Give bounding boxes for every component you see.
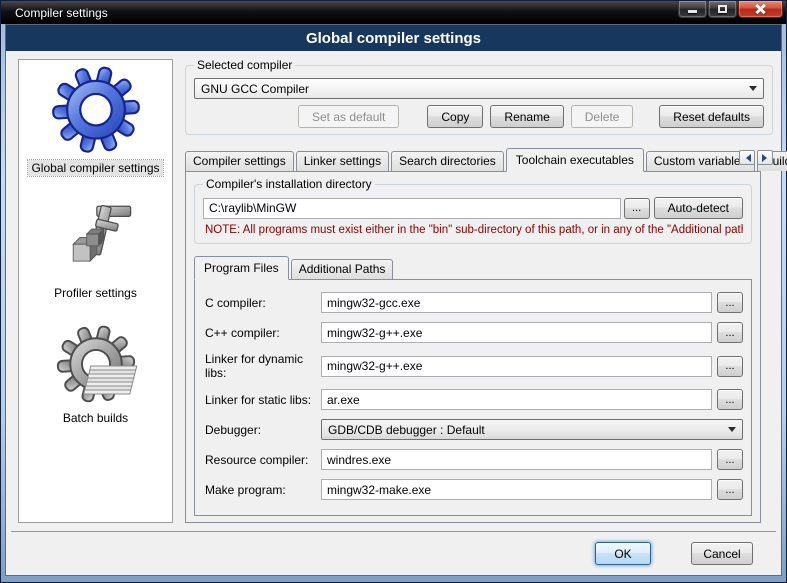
cancel-button[interactable]: Cancel [691, 542, 753, 565]
field-label: C++ compiler: [205, 326, 321, 340]
chevron-down-icon [728, 427, 736, 436]
sidebar-item-label: Batch builds [60, 410, 131, 426]
program-files-panel: C compiler: ... C++ compiler: ... Linker… [194, 279, 752, 516]
field-label: Debugger: [205, 423, 321, 437]
field-row-dynamic-linker: Linker for dynamic libs: ... [205, 352, 743, 380]
subtab-additional-paths[interactable]: Additional Paths [291, 259, 394, 279]
field-label: Linker for dynamic libs: [205, 352, 321, 380]
rename-button[interactable]: Rename [490, 105, 563, 128]
selected-compiler-dropdown[interactable]: GNU GCC Compiler [194, 78, 764, 99]
tab-search-directories[interactable]: Search directories [391, 151, 504, 171]
c-compiler-input[interactable] [321, 292, 712, 313]
dialog-window: Global compiler settings Global compiler… [5, 24, 782, 576]
dialog-header: Global compiler settings [6, 25, 781, 51]
installation-directory-browse-button[interactable]: ... [624, 198, 650, 219]
titlebar[interactable]: Compiler settings [1, 1, 786, 24]
delete-button[interactable]: Delete [571, 105, 634, 128]
field-row-make-program: Make program: ... [205, 479, 743, 500]
installation-directory-note: NOTE: All programs must exist either in … [205, 224, 743, 236]
blue-gear-icon [50, 66, 142, 158]
copy-button[interactable]: Copy [427, 105, 483, 128]
installation-directory-group-label: Compiler's installation directory [203, 177, 375, 191]
make-program-browse-button[interactable]: ... [717, 479, 743, 500]
auto-detect-button[interactable]: Auto-detect [654, 197, 743, 219]
close-button[interactable] [738, 1, 783, 18]
dialog-header-title: Global compiler settings [306, 30, 481, 47]
sidebar-item-profiler-settings[interactable]: Profiler settings [19, 202, 172, 301]
dynamic-linker-input[interactable] [321, 356, 712, 377]
gray-gear-icon [55, 325, 137, 408]
compiler-buttons-row: Set as default Copy Rename Delete Reset … [194, 105, 764, 128]
sidebar-item-label: Profiler settings [51, 285, 140, 301]
debugger-value: GDB/CDB debugger : Default [328, 423, 485, 437]
window-title: Compiler settings [15, 6, 108, 20]
toolchain-executables-panel: Compiler's installation directory ... Au… [185, 171, 761, 523]
debugger-dropdown[interactable]: GDB/CDB debugger : Default [321, 419, 743, 440]
field-label: Linker for static libs: [205, 393, 321, 407]
tab-scroll-right-button[interactable] [757, 150, 773, 165]
minimize-icon [688, 10, 697, 13]
resource-compiler-input[interactable] [321, 449, 712, 470]
caption-buttons [678, 1, 783, 18]
tab-toolchain-executables[interactable]: Toolchain executables [506, 148, 644, 172]
window-frame: Compiler settings Global compiler settin… [0, 0, 787, 583]
field-row-resource-compiler: Resource compiler: ... [205, 449, 743, 470]
field-row-static-linker: Linker for static libs: ... [205, 389, 743, 410]
chevron-down-icon [749, 86, 757, 95]
c-compiler-browse-button[interactable]: ... [717, 292, 743, 313]
tab-scroll-left-button[interactable] [739, 150, 755, 165]
dynamic-linker-browse-button[interactable]: ... [717, 356, 743, 377]
caliper-icon [56, 202, 136, 283]
subtab-program-files[interactable]: Program Files [194, 256, 289, 280]
selected-compiler-group-label: Selected compiler [194, 58, 295, 72]
sidebar-item-global-compiler-settings[interactable]: Global compiler settings [19, 66, 172, 176]
sidebar: Global compiler settings [18, 59, 173, 523]
static-linker-input[interactable] [321, 389, 712, 410]
minimize-button[interactable] [678, 1, 707, 18]
field-row-c-compiler: C compiler: ... [205, 292, 743, 313]
field-row-cpp-compiler: C++ compiler: ... [205, 322, 743, 343]
field-label: Resource compiler: [205, 453, 321, 467]
ok-button[interactable]: OK [595, 542, 651, 565]
selected-compiler-group: Selected compiler GNU GCC Compiler Set a… [185, 65, 773, 135]
footer: OK Cancel [6, 532, 781, 575]
resource-compiler-browse-button[interactable]: ... [717, 449, 743, 470]
field-row-debugger: Debugger: GDB/CDB debugger : Default [205, 419, 743, 440]
installation-directory-row: ... Auto-detect [203, 197, 743, 219]
tab-linker-settings[interactable]: Linker settings [296, 151, 389, 171]
reset-defaults-button[interactable]: Reset defaults [659, 105, 764, 128]
tab-scroll-right-icon [762, 154, 771, 162]
maximize-icon [718, 5, 727, 13]
sidebar-item-batch-builds[interactable]: Batch builds [19, 325, 172, 426]
subtab-strip: Program Files Additional Paths [194, 256, 760, 279]
dialog-content: Global compiler settings [6, 51, 781, 531]
selected-compiler-value: GNU GCC Compiler [201, 82, 309, 96]
installation-directory-input[interactable] [203, 198, 621, 219]
close-icon [755, 4, 766, 14]
cpp-compiler-input[interactable] [321, 322, 712, 343]
sidebar-item-label: Global compiler settings [28, 160, 162, 176]
static-linker-browse-button[interactable]: ... [717, 389, 743, 410]
tab-scroll-left-icon [742, 154, 751, 162]
field-label: C compiler: [205, 296, 321, 310]
installation-directory-group: Compiler's installation directory ... Au… [194, 184, 752, 244]
set-as-default-button[interactable]: Set as default [298, 105, 399, 128]
main-panel: Selected compiler GNU GCC Compiler Set a… [185, 59, 773, 523]
make-program-input[interactable] [321, 479, 712, 500]
cpp-compiler-browse-button[interactable]: ... [717, 322, 743, 343]
tab-compiler-settings[interactable]: Compiler settings [185, 151, 294, 171]
tab-scroll-arrows [739, 150, 773, 165]
field-label: Make program: [205, 483, 321, 497]
maximize-button[interactable] [708, 1, 737, 18]
tab-strip: Compiler settings Linker settings Search… [185, 144, 773, 171]
